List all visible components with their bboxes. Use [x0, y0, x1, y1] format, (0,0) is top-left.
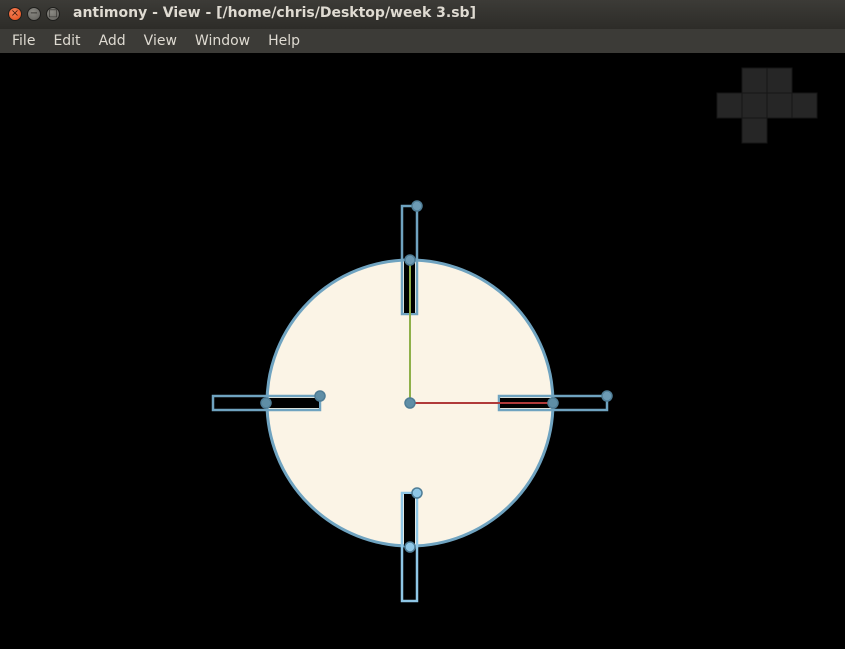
slot-top-center-handle[interactable]	[404, 254, 416, 266]
origin-handle[interactable]	[404, 397, 416, 409]
menu-view[interactable]: View	[135, 29, 186, 53]
slot-right-corner-handle[interactable]	[601, 390, 613, 402]
viewport-canvas[interactable]	[0, 53, 845, 649]
minimize-icon: −	[29, 8, 39, 19]
view-cube-left[interactable]	[716, 92, 743, 119]
slot-bottom-center-handle[interactable]	[404, 541, 416, 553]
slot-left-corner-handle[interactable]	[314, 390, 326, 402]
view-cube-icon[interactable]	[716, 67, 818, 144]
view-cube-top-right[interactable]	[766, 67, 793, 94]
3d-viewport[interactable]	[0, 53, 845, 649]
menu-bar: File Edit Add View Window Help	[0, 29, 845, 53]
close-icon: ×	[10, 8, 20, 19]
view-cube-right[interactable]	[766, 92, 793, 119]
menu-window[interactable]: Window	[186, 29, 259, 53]
menu-file[interactable]: File	[0, 29, 44, 53]
title-bar[interactable]: × − □ antimony - View - [/home/chris/Des…	[0, 0, 845, 29]
slot-left-cutout	[266, 398, 319, 408]
slot-top-corner-handle[interactable]	[411, 200, 423, 212]
view-cube-front[interactable]	[741, 92, 768, 119]
menu-edit[interactable]: Edit	[44, 29, 89, 53]
maximize-window-button[interactable]: □	[46, 7, 60, 21]
slot-right-center-handle[interactable]	[547, 397, 559, 409]
maximize-icon: □	[48, 8, 58, 19]
window-title: antimony - View - [/home/chris/Desktop/w…	[73, 5, 476, 21]
view-cube-top[interactable]	[741, 67, 768, 94]
menu-add[interactable]: Add	[90, 29, 135, 53]
close-window-button[interactable]: ×	[8, 7, 22, 21]
view-cube-bottom[interactable]	[741, 117, 768, 144]
menu-help[interactable]: Help	[259, 29, 309, 53]
slot-left-center-handle[interactable]	[260, 397, 272, 409]
slot-bottom-corner-handle[interactable]	[411, 487, 423, 499]
minimize-window-button[interactable]: −	[27, 7, 41, 21]
slot-bottom-cutout	[404, 494, 415, 546]
view-cube-back[interactable]	[791, 92, 818, 119]
